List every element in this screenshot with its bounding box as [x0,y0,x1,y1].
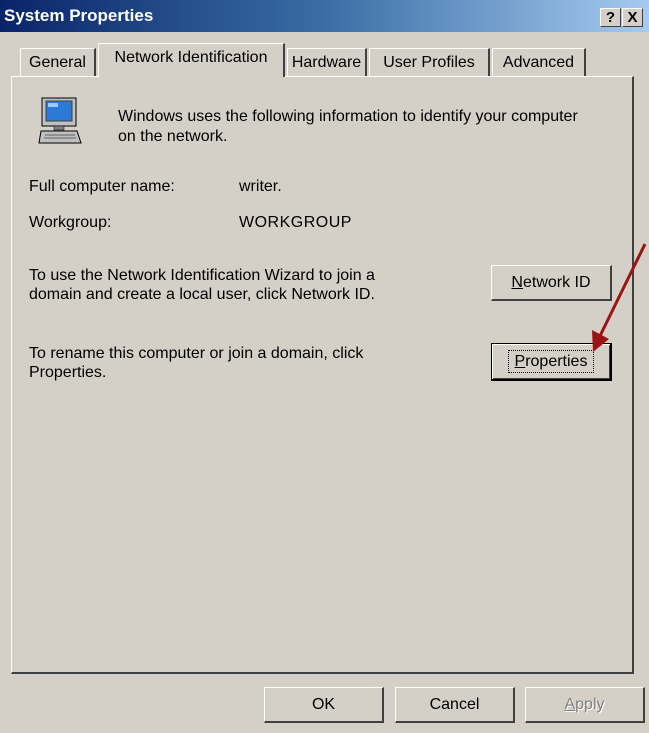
properties-accel: P [514,353,526,370]
title-bar[interactable]: System Properties ? X [0,0,649,32]
computer-icon [38,97,82,144]
network-id-accel: N [511,274,523,291]
window-title: System Properties [4,6,154,25]
system-properties-window: System Properties ? X General Network Id… [0,0,649,733]
tab-hardware[interactable]: Hardware [287,48,367,78]
intro-text-line1: Windows uses the following information t… [118,108,578,125]
rename-text-line2: Properties. [29,364,107,381]
workgroup-value: WORKGROUP [239,214,352,231]
apply-label: pply [575,696,605,713]
full-computer-name-label: Full computer name: [29,178,175,195]
tab-network-identification[interactable]: Network Identification [98,43,285,77]
close-icon[interactable]: X [622,8,643,27]
help-icon[interactable]: ? [600,8,621,27]
network-id-label: etwork ID [522,274,591,291]
tab-general[interactable]: General [20,48,96,78]
cancel-button[interactable]: Cancel [395,687,515,723]
network-identification-panel: Windows uses the following information t… [11,76,634,674]
full-computer-name-value: writer. [239,178,282,195]
wizard-text-line1: To use the Network Identification Wizard… [29,267,375,284]
workgroup-label: Workgroup: [29,214,112,231]
apply-accel: A [564,696,576,713]
intro-text-line2: on the network. [118,128,228,145]
tab-advanced[interactable]: Advanced [492,48,586,78]
apply-button[interactable]: Apply [525,687,645,723]
rename-text-line1: To rename this computer or join a domain… [29,345,364,362]
wizard-text-line2: domain and create a local user, click Ne… [29,286,375,303]
properties-focus-rect: Properties [507,350,595,373]
ok-button[interactable]: OK [264,687,384,723]
tab-user-profiles[interactable]: User Profiles [369,48,490,78]
arrow-annotation [592,243,647,352]
properties-label: roperties [525,353,588,370]
